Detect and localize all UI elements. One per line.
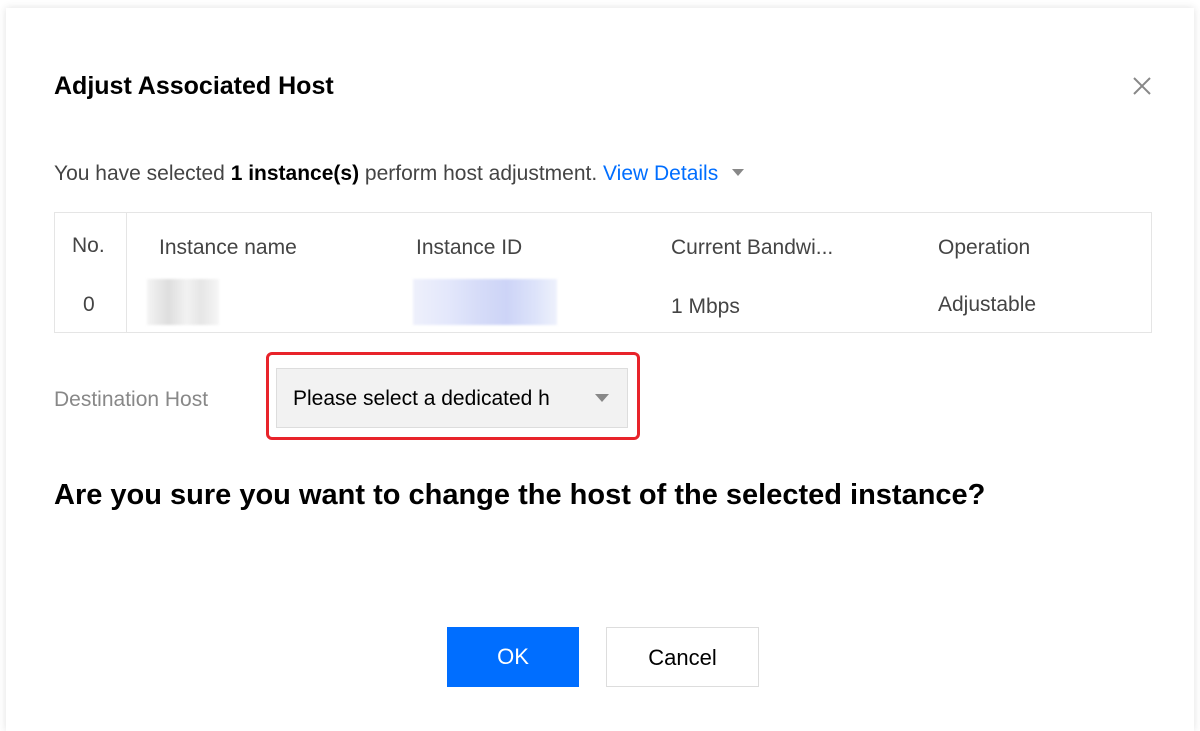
header-instance-id: Instance ID: [416, 236, 523, 259]
instance-name-redacted: [147, 279, 219, 325]
destination-host-placeholder: Please select a dedicated h: [293, 387, 550, 410]
close-icon[interactable]: [1128, 72, 1156, 100]
header-current-bandwidth: Current Bandwi...: [671, 236, 834, 259]
close-icon-graphic: [1133, 77, 1151, 95]
chevron-down-icon[interactable]: [732, 168, 745, 176]
destination-host-label: Destination Host: [54, 388, 209, 411]
summary-suffix: perform host adjustment.: [359, 162, 598, 185]
selection-summary: You have selected 1 instance(s) perform …: [54, 158, 745, 190]
summary-prefix: You have selected: [54, 162, 231, 185]
instance-id-redacted: [413, 279, 557, 325]
instance-table: No. Instance name Instance ID Current Ba…: [54, 212, 1152, 333]
cancel-button[interactable]: Cancel: [606, 627, 759, 687]
dropdown-caret-icon: [595, 394, 609, 402]
page: Adjust Associated Host You have selected…: [0, 0, 1200, 731]
confirmation-question: Are you sure you want to change the host…: [54, 479, 986, 511]
ok-button[interactable]: OK: [447, 627, 579, 687]
row-no: 0: [83, 293, 95, 316]
header-instance-name: Instance name: [159, 236, 297, 259]
selected-count: 1 instance(s): [230, 162, 360, 185]
dialog-title: Adjust Associated Host: [54, 72, 334, 100]
view-details-link[interactable]: View Details: [603, 162, 718, 185]
row-operation: Adjustable: [938, 293, 1037, 316]
header-no: No.: [72, 234, 105, 257]
header-operation: Operation: [938, 236, 1031, 259]
column-divider: [126, 213, 127, 332]
destination-host-select[interactable]: Please select a dedicated h: [276, 368, 628, 428]
row-bandwidth: 1 Mbps: [671, 295, 740, 318]
